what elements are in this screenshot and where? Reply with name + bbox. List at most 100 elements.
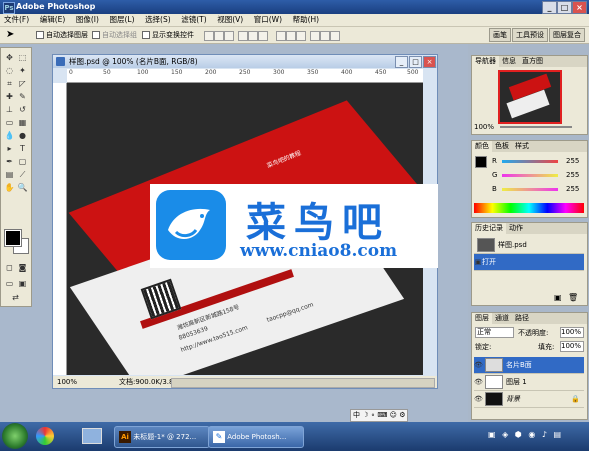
- tray-icons[interactable]: ▣ ◈ ⬢ ◉ ♪ ▤: [488, 430, 563, 439]
- tab-navigator[interactable]: 导航器: [472, 56, 499, 67]
- align-left-icon[interactable]: [238, 31, 248, 41]
- fill-input[interactable]: 100%: [560, 341, 584, 352]
- maximize-button[interactable]: □: [557, 1, 572, 14]
- ime-toolbar[interactable]: 中 ☽ ∘ ⌨ ☺ ⚙: [350, 409, 409, 422]
- doc-maximize-button[interactable]: □: [409, 56, 422, 68]
- tab-styles[interactable]: 样式: [512, 141, 532, 152]
- menu-filter[interactable]: 滤镜(T): [177, 14, 210, 26]
- horizontal-scrollbar[interactable]: [171, 378, 435, 388]
- layer-row-layer1[interactable]: 👁 图层 1: [474, 374, 584, 391]
- taskbar-illustrator[interactable]: Ai 未标题-1* @ 272...: [114, 426, 210, 448]
- eye-icon[interactable]: 👁: [474, 357, 483, 373]
- slice-tool-icon[interactable]: ◸: [17, 78, 28, 89]
- ime-language[interactable]: 中: [353, 411, 360, 419]
- align-top-icon[interactable]: [204, 31, 214, 41]
- quick-mask-icon[interactable]: ◙: [17, 262, 28, 273]
- crop-tool-icon[interactable]: ⌗: [4, 78, 15, 89]
- healing-brush-tool-icon[interactable]: ✚: [4, 91, 15, 102]
- quick-mask-standard-icon[interactable]: ◻: [4, 262, 15, 273]
- navigator-zoom-slider[interactable]: [500, 126, 572, 128]
- lasso-tool-icon[interactable]: ◌: [4, 65, 15, 76]
- dodge-tool-icon[interactable]: ●: [17, 130, 28, 141]
- hand-tool-icon[interactable]: ✋: [4, 182, 15, 193]
- auto-select-group-option[interactable]: 自动选择组: [92, 30, 137, 40]
- distribute-left-icon[interactable]: [310, 31, 320, 41]
- auto-select-group-checkbox[interactable]: [92, 31, 100, 39]
- tab-histogram[interactable]: 直方图: [519, 56, 546, 67]
- show-transform-option[interactable]: 显示变换控件: [142, 30, 194, 40]
- tab-history[interactable]: 历史记录: [472, 223, 506, 234]
- brush-tool-icon[interactable]: ✎: [17, 91, 28, 102]
- tab-swatches[interactable]: 色板: [492, 141, 512, 152]
- blend-mode-select[interactable]: 正常: [475, 327, 514, 338]
- align-right-icon[interactable]: [258, 31, 268, 41]
- eyedropper-tool-icon[interactable]: ⟋: [17, 169, 28, 180]
- magic-wand-tool-icon[interactable]: ✦: [17, 65, 28, 76]
- close-button[interactable]: ×: [572, 1, 587, 14]
- tab-paths[interactable]: 路径: [512, 313, 532, 324]
- navigator-zoom[interactable]: 100%: [474, 123, 494, 131]
- color-panel-fg-swatch[interactable]: [475, 156, 487, 168]
- history-brush-source-icon[interactable]: ▣: [474, 254, 482, 270]
- layer-row-card-back[interactable]: 👁 名片B面: [474, 357, 584, 374]
- menu-view[interactable]: 视图(V): [213, 14, 247, 26]
- align-hcenter-icon[interactable]: [248, 31, 258, 41]
- start-button[interactable]: [2, 423, 28, 449]
- history-delete-icon[interactable]: 🗑: [568, 293, 578, 302]
- doc-close-button[interactable]: ×: [423, 56, 436, 68]
- system-tray[interactable]: ▣ ◈ ⬢ ◉ ♪ ▤: [488, 430, 586, 444]
- blur-tool-icon[interactable]: 💧: [4, 130, 15, 141]
- screen-mode-standard-icon[interactable]: ▭: [4, 278, 15, 289]
- foreground-color-swatch[interactable]: [4, 229, 22, 247]
- minimize-button[interactable]: _: [542, 1, 557, 14]
- menu-select[interactable]: 选择(S): [141, 14, 175, 26]
- eraser-tool-icon[interactable]: ▭: [4, 117, 15, 128]
- navigator-preview[interactable]: [498, 70, 562, 124]
- history-snapshot[interactable]: 样图.psd: [474, 237, 584, 254]
- color-r-value[interactable]: 255: [566, 157, 579, 165]
- tab-actions[interactable]: 动作: [506, 223, 526, 234]
- notes-tool-icon[interactable]: ▤: [4, 169, 15, 180]
- distribute-vcenter-icon[interactable]: [286, 31, 296, 41]
- shape-tool-icon[interactable]: ▢: [17, 156, 28, 167]
- color-g-slider[interactable]: [502, 174, 558, 177]
- align-bottom-icon[interactable]: [224, 31, 234, 41]
- distribute-bottom-icon[interactable]: [296, 31, 306, 41]
- color-spectrum-bar[interactable]: [474, 203, 584, 213]
- path-selection-tool-icon[interactable]: ▸: [4, 143, 15, 154]
- auto-select-layer-checkbox[interactable]: [36, 31, 44, 39]
- distribute-right-icon[interactable]: [330, 31, 340, 41]
- menu-image[interactable]: 图像(I): [72, 14, 103, 26]
- zoom-tool-icon[interactable]: 🔍: [17, 182, 28, 193]
- tab-layers[interactable]: 图层: [472, 313, 492, 324]
- pen-tool-icon[interactable]: ✒: [4, 156, 15, 167]
- menu-help[interactable]: 帮助(H): [289, 14, 324, 26]
- panel-well-tool-presets[interactable]: 工具预设: [512, 28, 548, 42]
- tab-info[interactable]: 信息: [499, 56, 519, 67]
- media-center-icon[interactable]: [36, 427, 54, 445]
- distribute-top-icon[interactable]: [276, 31, 286, 41]
- menu-layer[interactable]: 图层(L): [105, 14, 138, 26]
- opacity-input[interactable]: 100%: [560, 327, 584, 338]
- eye-icon[interactable]: 👁: [474, 374, 483, 390]
- history-brush-tool-icon[interactable]: ↺: [17, 104, 28, 115]
- clone-stamp-tool-icon[interactable]: ⊥: [4, 104, 15, 115]
- panel-well-brushes[interactable]: 画笔: [489, 28, 511, 42]
- show-transform-checkbox[interactable]: [142, 31, 150, 39]
- move-tool-icon[interactable]: ✥: [4, 52, 15, 63]
- marquee-tool-icon[interactable]: ⬚: [17, 52, 28, 63]
- jump-to-imageready-icon[interactable]: ⇄: [10, 292, 21, 303]
- menu-edit[interactable]: 编辑(E): [36, 14, 70, 26]
- panel-well-layer-comps[interactable]: 图层复合: [549, 28, 585, 42]
- zoom-level[interactable]: 100%: [57, 376, 77, 388]
- menu-file[interactable]: 文件(F): [0, 14, 33, 26]
- taskbar-photoshop[interactable]: ✎ Adobe Photosh...: [208, 426, 304, 448]
- color-b-value[interactable]: 255: [566, 185, 579, 193]
- color-b-slider[interactable]: [502, 188, 558, 191]
- tab-color[interactable]: 颜色: [472, 141, 492, 152]
- history-state[interactable]: ▣打开: [474, 254, 584, 271]
- move-tool-icon[interactable]: ➤: [6, 29, 14, 40]
- gradient-tool-icon[interactable]: ▦: [17, 117, 28, 128]
- ime-moon-icon[interactable]: ☽ ∘ ⌨ ☺ ⚙: [362, 411, 405, 419]
- eye-icon[interactable]: 👁: [474, 391, 483, 407]
